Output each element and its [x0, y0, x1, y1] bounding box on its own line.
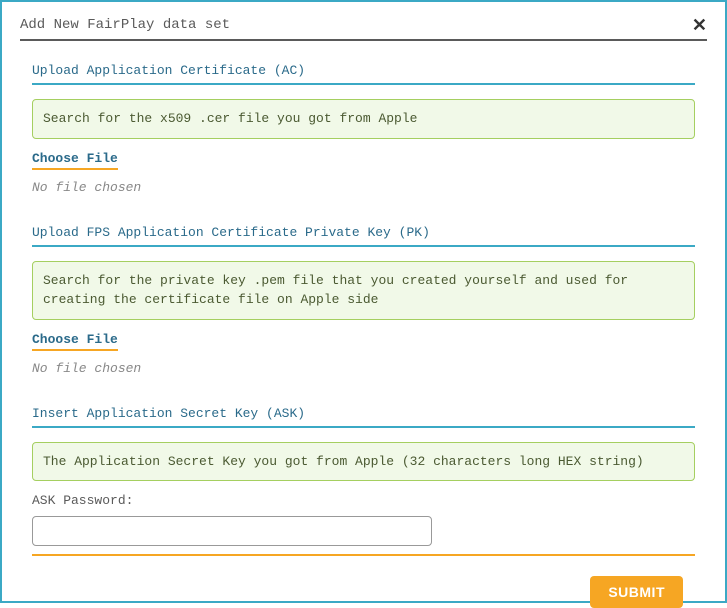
dialog-title: Add New FairPlay data set: [20, 17, 230, 33]
section-heading-pk: Upload FPS Application Certificate Priva…: [32, 225, 695, 247]
choose-file-button-pk[interactable]: Choose File: [32, 332, 118, 351]
ask-password-label: ASK Password:: [32, 493, 695, 508]
dialog-content: Upload Application Certificate (AC) Sear…: [20, 63, 707, 608]
close-icon[interactable]: ✕: [692, 16, 707, 34]
ask-password-input[interactable]: [32, 516, 432, 546]
hint-ac: Search for the x509 .cer file you got fr…: [32, 99, 695, 139]
hint-pk: Search for the private key .pem file tha…: [32, 261, 695, 320]
section-heading-ac: Upload Application Certificate (AC): [32, 63, 695, 85]
orange-divider: [32, 554, 695, 556]
hint-ask: The Application Secret Key you got from …: [32, 442, 695, 482]
section-heading-ask: Insert Application Secret Key (ASK): [32, 406, 695, 428]
file-status-ac: No file chosen: [32, 180, 695, 195]
file-status-pk: No file chosen: [32, 361, 695, 376]
button-row: SUBMIT: [32, 576, 695, 608]
choose-file-button-ac[interactable]: Choose File: [32, 151, 118, 170]
dialog-header: Add New FairPlay data set ✕: [20, 16, 707, 41]
submit-button[interactable]: SUBMIT: [590, 576, 683, 608]
